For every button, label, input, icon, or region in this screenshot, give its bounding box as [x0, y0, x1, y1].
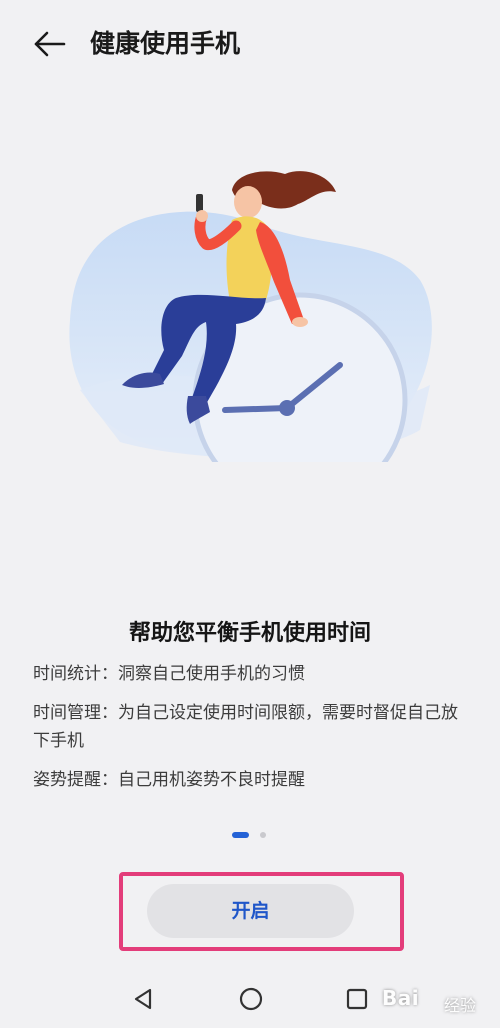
clock-illustration — [60, 171, 440, 470]
intro-headline: 帮助您平衡手机使用时间 — [128, 621, 371, 646]
page-indicator — [0, 830, 500, 840]
phone — [196, 194, 203, 212]
app-header: 健康使用手机 — [0, 0, 500, 90]
start-button[interactable]: 开启 — [147, 884, 354, 938]
recents-square-icon[interactable] — [342, 984, 372, 1014]
page-title: 健康使用手机 — [90, 29, 241, 58]
clock-hand-hour — [222, 405, 290, 413]
feature-list: 时间统计：洞察自己使用手机的习惯 时间管理：为自己设定使用时间限额，需要时督促自… — [33, 660, 473, 805]
watermark-text: Bai — [382, 986, 420, 1010]
feature-posture-reminder: 姿势提醒：自己用机姿势不良时提醒 — [33, 770, 305, 790]
home-circle-icon[interactable] — [236, 984, 266, 1014]
back-triangle-icon[interactable] — [128, 984, 158, 1014]
arrow-left-icon — [34, 31, 66, 57]
page-dot-active — [232, 832, 249, 838]
back-button[interactable] — [30, 26, 70, 62]
watermark-suffix: 经验 — [444, 996, 477, 1015]
feature-time-management: 时间管理：为自己设定使用时间限额，需要时督促自己放下手机 — [33, 703, 458, 751]
feature-time-stats: 时间统计：洞察自己使用手机的习惯 — [33, 664, 305, 684]
page-dot — [260, 832, 266, 838]
watermark: Bai 经验 — [376, 976, 500, 1026]
